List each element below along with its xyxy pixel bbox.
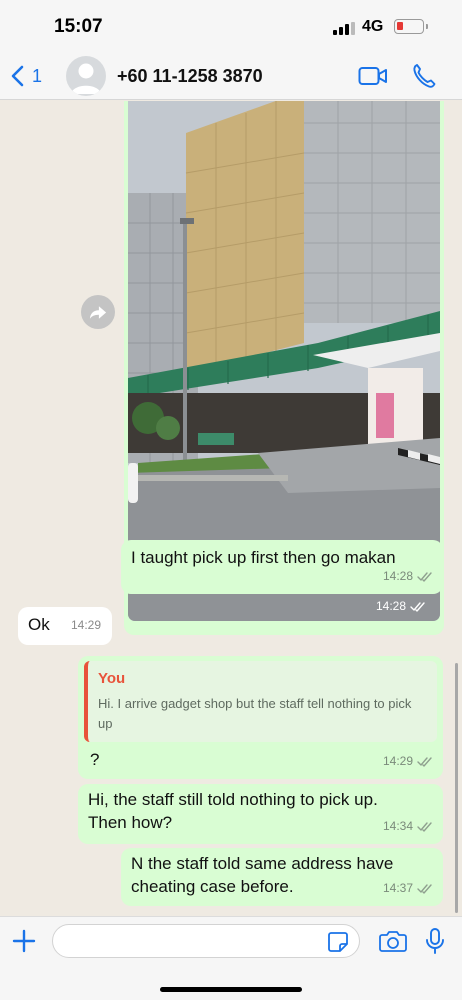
message-text: I taught pick up first then go makan xyxy=(131,548,396,567)
avatar[interactable] xyxy=(66,56,106,96)
quoted-message[interactable]: You Hi. I arrive gadget shop but the sta… xyxy=(84,661,437,742)
double-check-icon xyxy=(410,601,426,612)
plus-icon xyxy=(12,929,36,953)
person-icon xyxy=(71,63,101,94)
phone-icon xyxy=(413,64,436,88)
microphone-button[interactable] xyxy=(425,927,445,955)
microphone-icon xyxy=(426,928,444,954)
message-composer xyxy=(0,916,462,1000)
forward-icon xyxy=(89,305,107,319)
chat-area[interactable]: 14:28 I taught pick up first then go mak… xyxy=(0,101,462,916)
reply-message[interactable]: You Hi. I arrive gadget shop but the sta… xyxy=(78,656,443,779)
video-camera-icon xyxy=(358,67,387,85)
chevron-left-icon xyxy=(11,65,24,87)
signal-icon xyxy=(333,22,355,35)
sticker-icon xyxy=(328,932,348,952)
home-indicator[interactable] xyxy=(160,987,302,992)
back-button[interactable]: 1 xyxy=(10,62,42,90)
double-check-icon xyxy=(417,821,433,832)
quote-author: You xyxy=(98,670,126,687)
double-check-icon xyxy=(417,883,433,894)
camera-button[interactable] xyxy=(379,929,407,953)
camera-icon xyxy=(379,931,407,952)
message-time: 14:34 xyxy=(383,815,433,838)
unread-count: 1 xyxy=(32,65,43,86)
chat-header: 1 +60 11-1258 3870 xyxy=(0,52,462,100)
outgoing-message[interactable]: Hi, the staff still told nothing to pick… xyxy=(78,784,443,844)
outgoing-message[interactable]: N the staff told same address have cheat… xyxy=(121,848,443,906)
message-text: Ok xyxy=(28,615,50,634)
incoming-message[interactable]: Ok 14:29 xyxy=(18,607,112,645)
sticker-button[interactable] xyxy=(327,931,349,953)
status-time: 15:07 xyxy=(54,16,103,37)
contact-name[interactable]: +60 11-1258 3870 xyxy=(117,66,263,87)
message-text: ? xyxy=(90,750,100,769)
message-time: 14:29 xyxy=(383,750,433,773)
voice-call-button[interactable] xyxy=(412,63,436,89)
message-time: 14:28 xyxy=(383,565,433,588)
attach-button[interactable] xyxy=(12,929,36,953)
message-input[interactable] xyxy=(52,924,360,958)
battery-icon xyxy=(394,19,428,34)
forward-button[interactable] xyxy=(81,295,115,329)
scrollbar[interactable] xyxy=(455,663,458,913)
double-check-icon xyxy=(417,571,433,582)
message-text: N the staff told same address have cheat… xyxy=(131,854,394,896)
message-time: 14:29 xyxy=(70,618,101,632)
double-check-icon xyxy=(417,756,433,767)
message-time: 14:28 xyxy=(376,599,426,613)
status-bar: 15:07 4G xyxy=(0,0,462,52)
video-call-button[interactable] xyxy=(358,65,388,87)
message-text: Hi, the staff still told nothing to pick… xyxy=(88,790,378,832)
quote-text: Hi. I arrive gadget shop but the staff t… xyxy=(98,696,412,731)
message-time: 14:37 xyxy=(383,877,433,900)
outgoing-message[interactable]: I taught pick up first then go makan 14:… xyxy=(121,540,443,594)
network-label: 4G xyxy=(362,18,384,35)
